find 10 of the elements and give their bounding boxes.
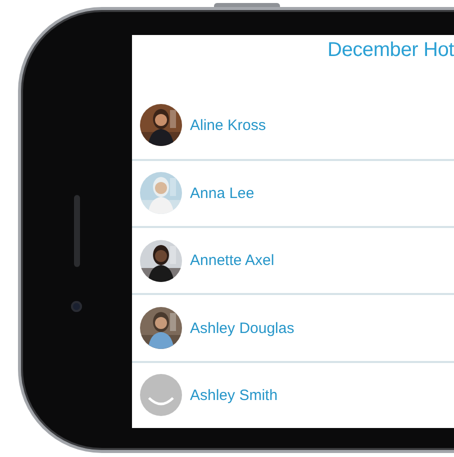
camera-icon xyxy=(71,301,82,312)
default-avatar-icon xyxy=(140,374,182,416)
power-button[interactable] xyxy=(214,3,280,7)
screen-title: December Hot xyxy=(327,39,454,63)
contact-name[interactable]: Annette Axel xyxy=(190,252,274,270)
contact-name[interactable]: Ashley Douglas xyxy=(190,320,294,337)
contact-name[interactable]: Aline Kross xyxy=(190,116,266,134)
speaker-slot xyxy=(74,195,80,267)
contact-name[interactable]: Anna Lee xyxy=(190,184,254,202)
contact-name[interactable]: Ashley Smith xyxy=(190,386,278,404)
